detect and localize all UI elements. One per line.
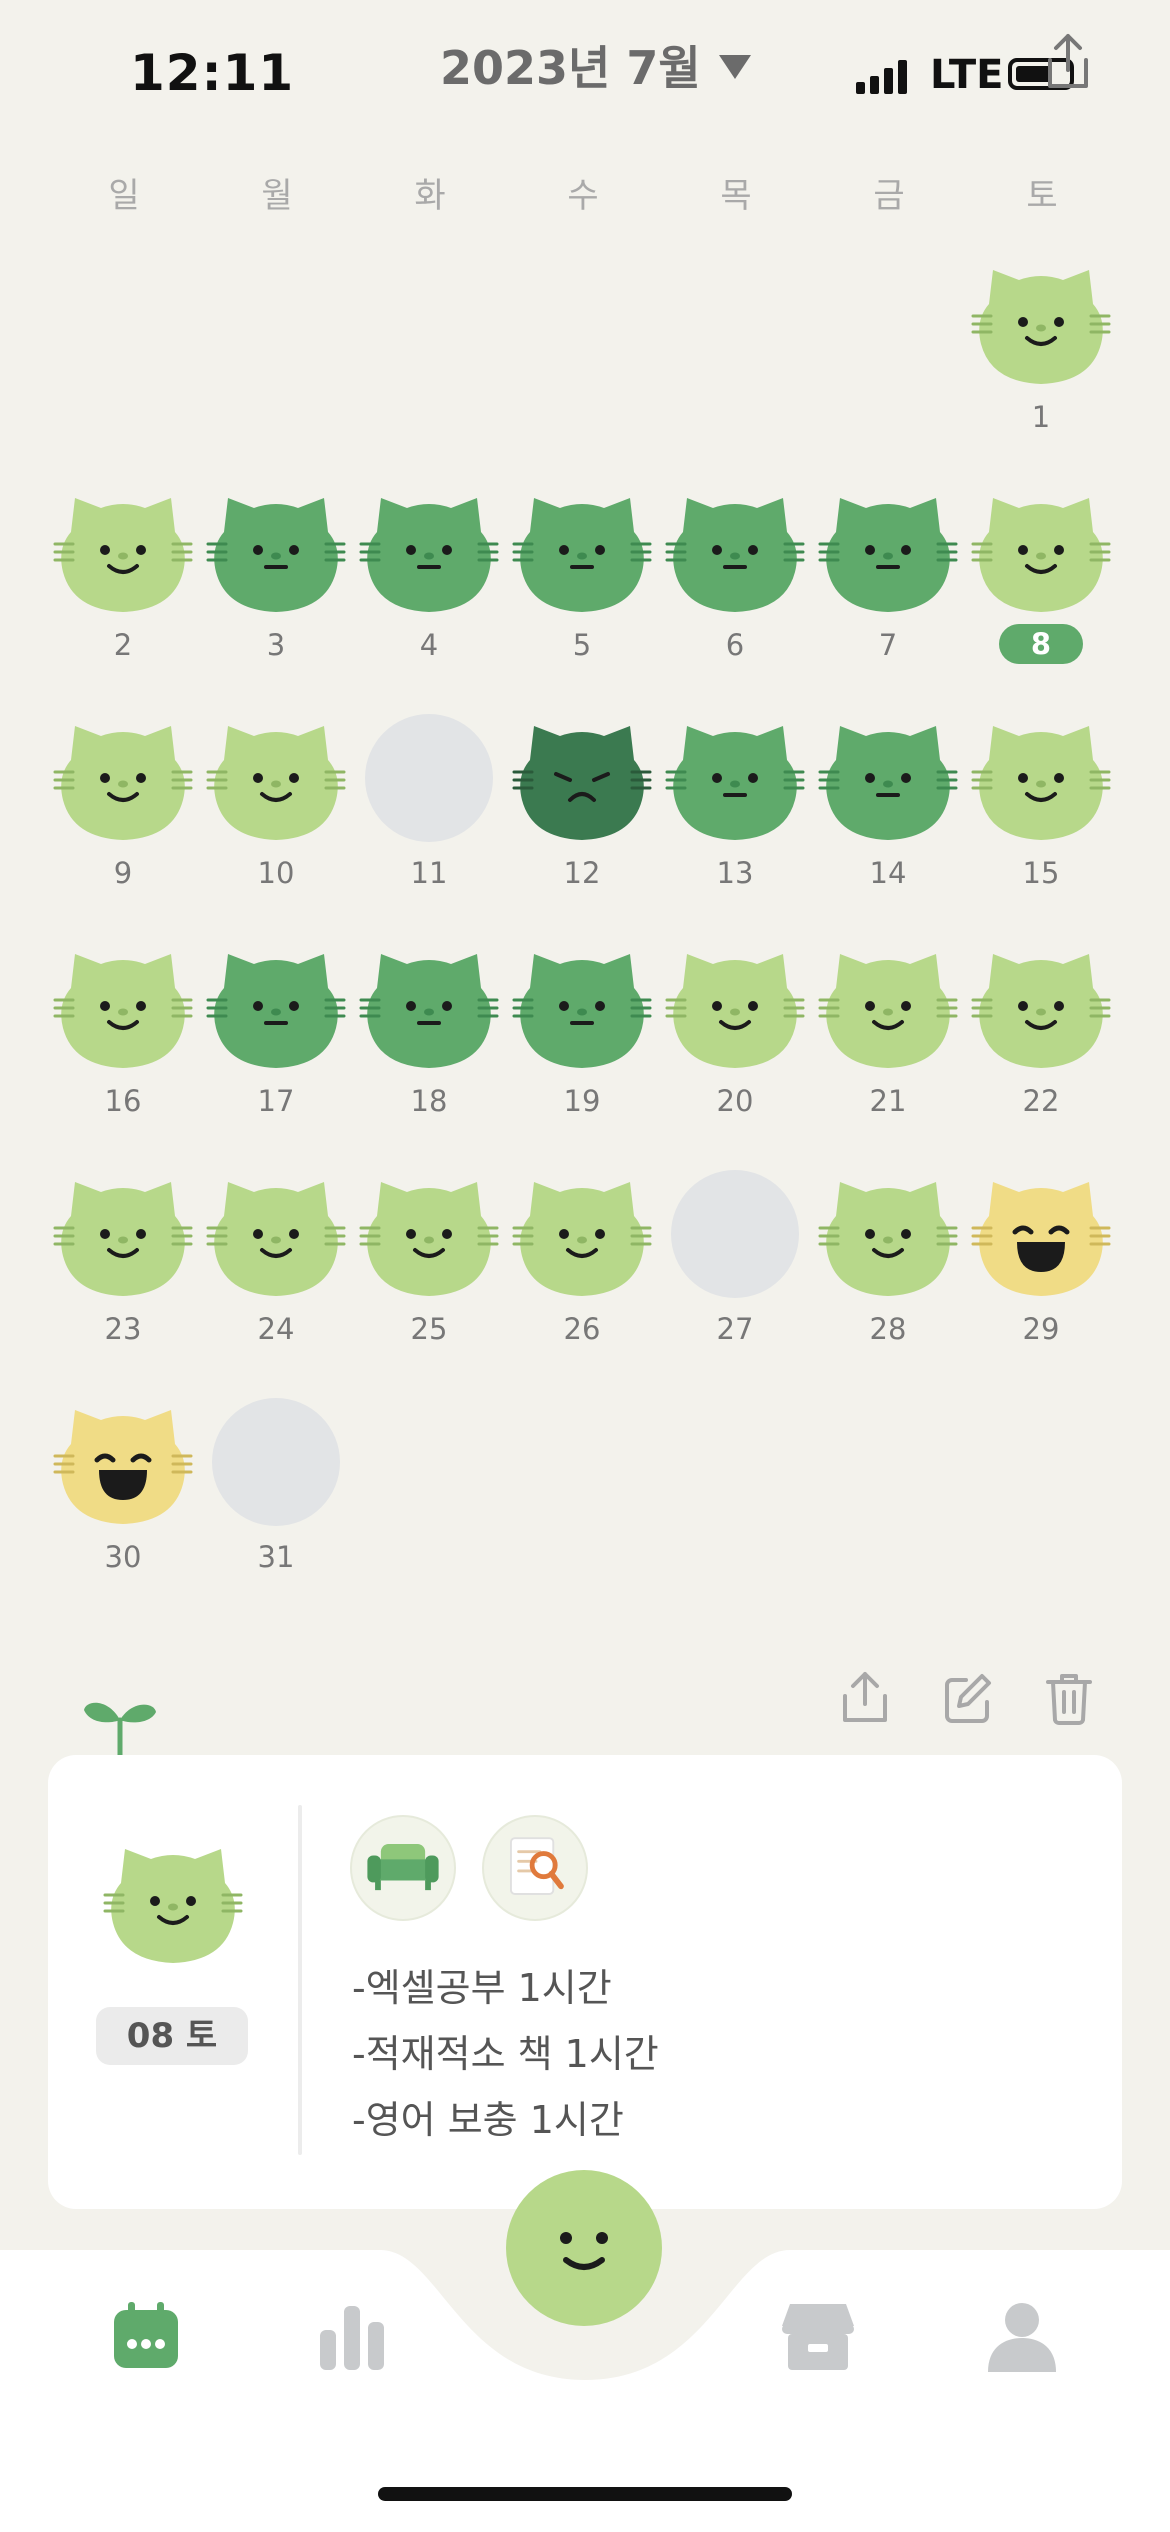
share-icon[interactable] (1040, 30, 1096, 94)
weekday-label: 월 (261, 176, 293, 216)
day-number: 15 (1022, 856, 1060, 890)
calendar-day[interactable]: 19 (507, 932, 657, 1142)
day-number: 9 (113, 856, 133, 890)
day-number: 6 (725, 628, 745, 662)
calendar-day[interactable]: 18 (354, 932, 504, 1142)
calendar-day[interactable]: 15 (966, 704, 1116, 914)
add-mood-button[interactable] (504, 2168, 664, 2328)
day-number: 7 (878, 628, 898, 662)
day-number: 16 (104, 1084, 142, 1118)
day-number: 20 (716, 1084, 754, 1118)
day-number: 3 (266, 628, 286, 662)
day-number: 19 (563, 1084, 601, 1118)
weekday-label: 목 (720, 176, 752, 216)
calendar-day[interactable]: 22 (966, 932, 1116, 1142)
calendar-day[interactable]: 5 (507, 476, 657, 686)
calendar-day[interactable]: 29 (966, 1160, 1116, 1370)
day-number: 28 (869, 1312, 907, 1346)
day-number: 14 (869, 856, 907, 890)
divider (298, 1805, 302, 2155)
edit-icon[interactable] (942, 1670, 992, 1726)
day-number: 10 (257, 856, 295, 890)
calendar-day[interactable]: 21 (813, 932, 963, 1142)
day-number: 18 (410, 1084, 448, 1118)
day-number: 5 (572, 628, 592, 662)
entry-card[interactable]: 08 토 -엑셀공부 1시간 -적재적소 책 1시간 -영어 보충 1시간 (48, 1755, 1122, 2209)
note-line: -영어 보충 1시간 (352, 2098, 624, 2142)
calendar-day[interactable]: 25 (354, 1160, 504, 1370)
day-number: 13 (716, 856, 754, 890)
day-number: 12 (563, 856, 601, 890)
day-number: 29 (1022, 1312, 1060, 1346)
calendar-day[interactable]: 7 (813, 476, 963, 686)
calendar-day[interactable]: 6 (660, 476, 810, 686)
calendar-day[interactable]: 17 (201, 932, 351, 1142)
calendar-day[interactable]: 24 (201, 1160, 351, 1370)
note-line: -적재적소 책 1시간 (352, 2032, 659, 2076)
calendar-day[interactable]: 8 (966, 476, 1116, 686)
calendar-day[interactable]: 11 (354, 704, 504, 914)
status-time: 12:11 (130, 44, 295, 102)
day-number: 21 (869, 1084, 907, 1118)
weekday-label: 수 (567, 176, 599, 216)
entry-notes: -엑셀공부 1시간 -적재적소 책 1시간 -영어 보충 1시간 (352, 1955, 659, 2153)
day-number: 17 (257, 1084, 295, 1118)
day-number: 1 (1031, 400, 1051, 434)
day-number: 30 (104, 1540, 142, 1574)
day-number: 26 (563, 1312, 601, 1346)
signal-icon (856, 58, 907, 94)
status-bar: 12:11 2023년 7월 LTE (0, 0, 1170, 140)
calendar-day[interactable]: 28 (813, 1160, 963, 1370)
day-number: 24 (257, 1312, 295, 1346)
stats-icon[interactable] (316, 2300, 388, 2372)
calendar-icon[interactable] (110, 2300, 182, 2372)
calendar-day[interactable]: 31 (201, 1388, 351, 1598)
calendar-day[interactable]: 27 (660, 1160, 810, 1370)
calendar-day[interactable]: 26 (507, 1160, 657, 1370)
home-indicator (378, 2487, 792, 2501)
weekday-label: 화 (414, 176, 446, 216)
calendar-day[interactable]: 14 (813, 704, 963, 914)
network-label: LTE (930, 52, 1004, 98)
day-number: 25 (410, 1312, 448, 1346)
weekday-label: 토 (1026, 176, 1058, 216)
day-number: 4 (419, 628, 439, 662)
weekday-label: 금 (873, 176, 905, 216)
calendar-day[interactable]: 20 (660, 932, 810, 1142)
entry-date-label: 08 토 (96, 2007, 248, 2065)
sofa-icon (350, 1815, 456, 1921)
weekday-label: 일 (108, 176, 140, 216)
day-number: 27 (716, 1312, 754, 1346)
store-icon[interactable] (780, 2300, 856, 2372)
day-number: 8 (966, 624, 1116, 664)
document-search-icon (482, 1815, 588, 1921)
calendar-day[interactable]: 10 (201, 704, 351, 914)
day-number: 31 (257, 1540, 295, 1574)
calendar-day[interactable]: 23 (48, 1160, 198, 1370)
sprout-icon (84, 1702, 156, 1756)
calendar-day[interactable]: 16 (48, 932, 198, 1142)
profile-icon[interactable] (986, 2300, 1058, 2372)
day-number: 23 (104, 1312, 142, 1346)
calendar-day[interactable]: 30 (48, 1388, 198, 1598)
month-selector[interactable]: 2023년 7월 (440, 32, 751, 98)
entry-actions (840, 1670, 1094, 1726)
calendar-day[interactable]: 13 (660, 704, 810, 914)
month-title: 2023년 7월 (440, 41, 701, 95)
caret-down-icon (718, 55, 751, 79)
calendar-day[interactable]: 9 (48, 704, 198, 914)
trash-icon[interactable] (1044, 1670, 1094, 1726)
day-number: 2 (113, 628, 133, 662)
calendar-day[interactable]: 2 (48, 476, 198, 686)
calendar-day[interactable]: 12 (507, 704, 657, 914)
entry-mood-cat (103, 1827, 243, 1967)
note-line: -엑셀공부 1시간 (352, 1966, 612, 2010)
day-number: 22 (1022, 1084, 1060, 1118)
calendar-day[interactable]: 3 (201, 476, 351, 686)
calendar-day[interactable]: 1 (966, 248, 1116, 458)
calendar-day[interactable]: 4 (354, 476, 504, 686)
day-number: 11 (410, 856, 448, 890)
share-icon[interactable] (840, 1670, 890, 1726)
